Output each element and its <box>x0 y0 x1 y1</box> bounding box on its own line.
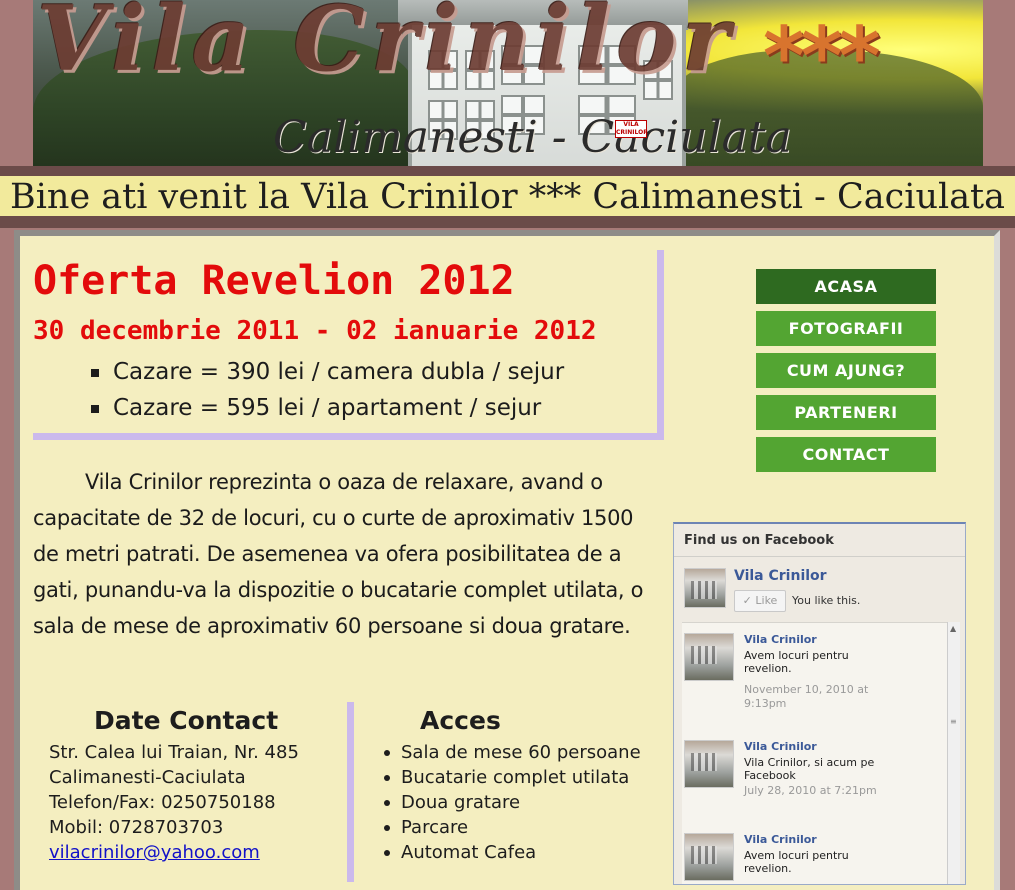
post-message: Avem locuri pentru revelion. <box>744 849 849 875</box>
scroll-grip-icon[interactable]: ≡ <box>950 717 957 726</box>
acces-section: Acces Sala de mese 60 persoane Bucatarie… <box>383 702 663 865</box>
facebook-widget: Find us on Facebook Vila Crinilor ✓ Like… <box>673 522 966 885</box>
post-avatar[interactable] <box>684 833 734 881</box>
bullet-dot-icon <box>384 775 390 781</box>
acces-heading: Acces <box>420 706 501 735</box>
post-time[interactable]: July 28, 2010 at 7:21pm <box>744 784 894 798</box>
bullet-dot-icon <box>384 800 390 806</box>
acces-item-text: Sala de mese 60 persoane <box>401 742 641 763</box>
nav-cum-ajung-button[interactable]: CUM AJUNG? <box>756 353 936 388</box>
bullet-square-icon <box>91 369 99 377</box>
nav-acasa-button[interactable]: ACASA <box>756 269 936 304</box>
feed-scrollbar[interactable]: ▲ ≡ <box>947 622 960 884</box>
divider-strip <box>0 216 1015 228</box>
facebook-you-like: You like this. <box>792 594 861 607</box>
contact-mobile: Mobil: 0728703703 <box>49 817 224 838</box>
description-paragraph: Vila Crinilor reprezinta o oaza de relax… <box>33 470 644 638</box>
bullet-square-icon <box>91 405 99 413</box>
main-nav: ACASA FOTOGRAFII CUM AJUNG? PARTENERI CO… <box>756 269 936 479</box>
bullet-dot-icon <box>384 750 390 756</box>
post-author[interactable]: Vila Crinilor <box>744 740 817 753</box>
acces-item-text: Parcare <box>401 817 469 838</box>
contact-phone: Telefon/Fax: 0250750188 <box>49 792 276 813</box>
facebook-like-button[interactable]: ✓ Like <box>734 590 786 612</box>
contact-address: Str. Calea lui Traian, Nr. 485 <box>49 742 299 763</box>
offer-item-text: Cazare = 595 lei / apartament / sejur <box>113 395 542 421</box>
facebook-header: Find us on Facebook <box>674 524 965 557</box>
facebook-feed[interactable]: Vila Crinilor Avem locuri pentru revelio… <box>682 622 960 884</box>
nav-parteneri-button[interactable]: PARTENERI <box>756 395 936 430</box>
post-avatar[interactable] <box>684 633 734 681</box>
thumbs-up-icon: ✓ <box>742 594 756 607</box>
offer-item-text: Cazare = 390 lei / camera dubla / sejur <box>113 359 565 385</box>
bullet-dot-icon <box>384 825 390 831</box>
post-author[interactable]: Vila Crinilor <box>744 633 817 646</box>
offer-list: Cazare = 390 lei / camera dubla / sejur … <box>91 354 564 426</box>
banner-sign: VILA CRINILOR <box>615 120 648 138</box>
post-time[interactable]: November 10, 2010 at 9:13pm <box>744 683 894 711</box>
acces-item: Parcare <box>383 815 663 840</box>
acces-item-text: Doua gratare <box>401 792 521 813</box>
banner-logo-title: Vila Crinilor <box>37 0 736 92</box>
banner-subtitle: Calimanesti - Caciulata <box>273 112 792 163</box>
offer-item: Cazare = 595 lei / apartament / sejur <box>91 390 564 426</box>
contact-email-link[interactable]: vilacrinilor@yahoo.com <box>49 842 260 863</box>
acces-item-text: Bucatarie complet utilata <box>401 767 630 788</box>
post-message: Avem locuri pentru revelion. <box>744 649 849 675</box>
page-thumbnail <box>684 568 726 608</box>
banner-stars: *** <box>763 10 880 103</box>
facebook-page-name[interactable]: Vila Crinilor <box>734 568 827 584</box>
welcome-heading: Bine ati venit la Vila Crinilor *** Cali… <box>0 176 1015 217</box>
offer-dates: 30 decembrie 2011 - 02 ianuarie 2012 <box>33 316 597 346</box>
acces-item: Doua gratare <box>383 790 663 815</box>
acces-list: Sala de mese 60 persoane Bucatarie compl… <box>383 740 663 865</box>
contact-city: Calimanesti-Caciulata <box>49 767 246 788</box>
facebook-page-avatar[interactable] <box>684 568 726 608</box>
offer-title: Oferta Revelion 2012 <box>33 258 515 304</box>
post-author[interactable]: Vila Crinilor <box>744 833 817 846</box>
acces-item: Sala de mese 60 persoane <box>383 740 663 765</box>
divider-strip <box>0 166 1015 176</box>
nav-fotografii-button[interactable]: FOTOGRAFII <box>756 311 936 346</box>
post-avatar[interactable] <box>684 740 734 788</box>
like-label: Like <box>755 594 778 607</box>
offer-item: Cazare = 390 lei / camera dubla / sejur <box>91 354 564 390</box>
acces-item-text: Automat Cafea <box>401 842 537 863</box>
offer-box: Oferta Revelion 2012 30 decembrie 2011 -… <box>33 250 664 440</box>
acces-item: Bucatarie complet utilata <box>383 765 663 790</box>
column-divider <box>347 702 354 882</box>
nav-contact-button[interactable]: CONTACT <box>756 437 936 472</box>
contact-section: Date Contact Str. Calea lui Traian, Nr. … <box>49 702 339 865</box>
bullet-dot-icon <box>384 850 390 856</box>
acces-item: Automat Cafea <box>383 840 663 865</box>
contact-heading: Date Contact <box>94 706 279 735</box>
scroll-up-icon[interactable]: ▲ <box>950 624 956 633</box>
header-banner: Vila Crinilor *** Calimanesti - Caciulat… <box>33 0 983 166</box>
post-message: Vila Crinilor, si acum pe Facebook <box>744 756 875 782</box>
